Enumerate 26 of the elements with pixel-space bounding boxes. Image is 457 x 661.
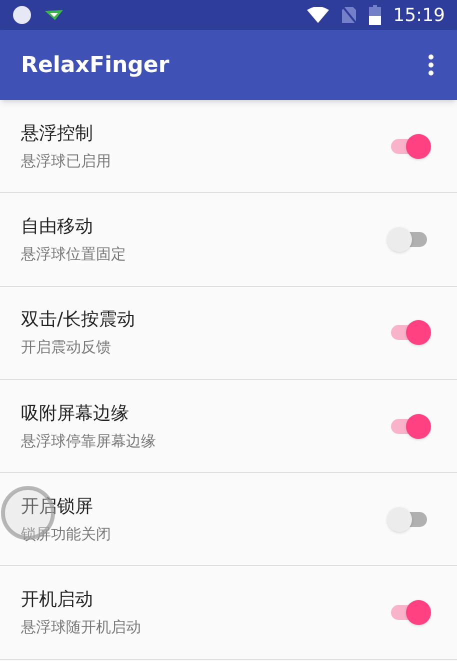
battery-icon	[369, 5, 382, 25]
no-sim-icon	[341, 6, 358, 24]
setting-row[interactable]: 悬浮控制 悬浮球已启用	[0, 100, 457, 194]
setting-title: 双击/长按震动	[21, 308, 136, 332]
clock-time: 15:19	[393, 4, 445, 28]
setting-row[interactable]: 开机启动 悬浮球随开机启动	[0, 566, 457, 660]
setting-summary: 开启震动反馈	[21, 337, 112, 358]
setting-row[interactable]: 双击/长按震动 开启震动反馈	[0, 286, 457, 380]
circle-icon	[12, 5, 32, 25]
setting-summary: 悬浮球停靠屏幕边缘	[21, 430, 157, 452]
setting-summary: 悬浮球已启用	[21, 150, 112, 172]
setting-title: 开启锁屏	[21, 495, 94, 520]
more-options-icon[interactable]	[427, 54, 435, 76]
notification-icon	[44, 9, 64, 21]
setting-row[interactable]: 吸附屏幕边缘 悬浮球停靠屏幕边缘	[0, 380, 457, 474]
setting-summary: 悬浮球随开机启动	[21, 617, 142, 638]
setting-title: 悬浮控制	[21, 122, 94, 146]
setting-title: 开机启动	[21, 588, 94, 612]
setting-title: 自由移动	[21, 215, 94, 240]
setting-summary: 锁屏功能关闭	[21, 524, 112, 546]
setting-row[interactable]: 开启锁屏 锁屏功能关闭	[0, 473, 457, 566]
app-title: RelaxFinger	[21, 52, 170, 80]
setting-row[interactable]: 自由移动 悬浮球位置固定	[0, 193, 457, 287]
setting-title: 吸附屏幕边缘	[21, 402, 130, 426]
wifi-icon	[307, 7, 330, 23]
setting-summary: 悬浮球位置固定	[21, 244, 127, 266]
